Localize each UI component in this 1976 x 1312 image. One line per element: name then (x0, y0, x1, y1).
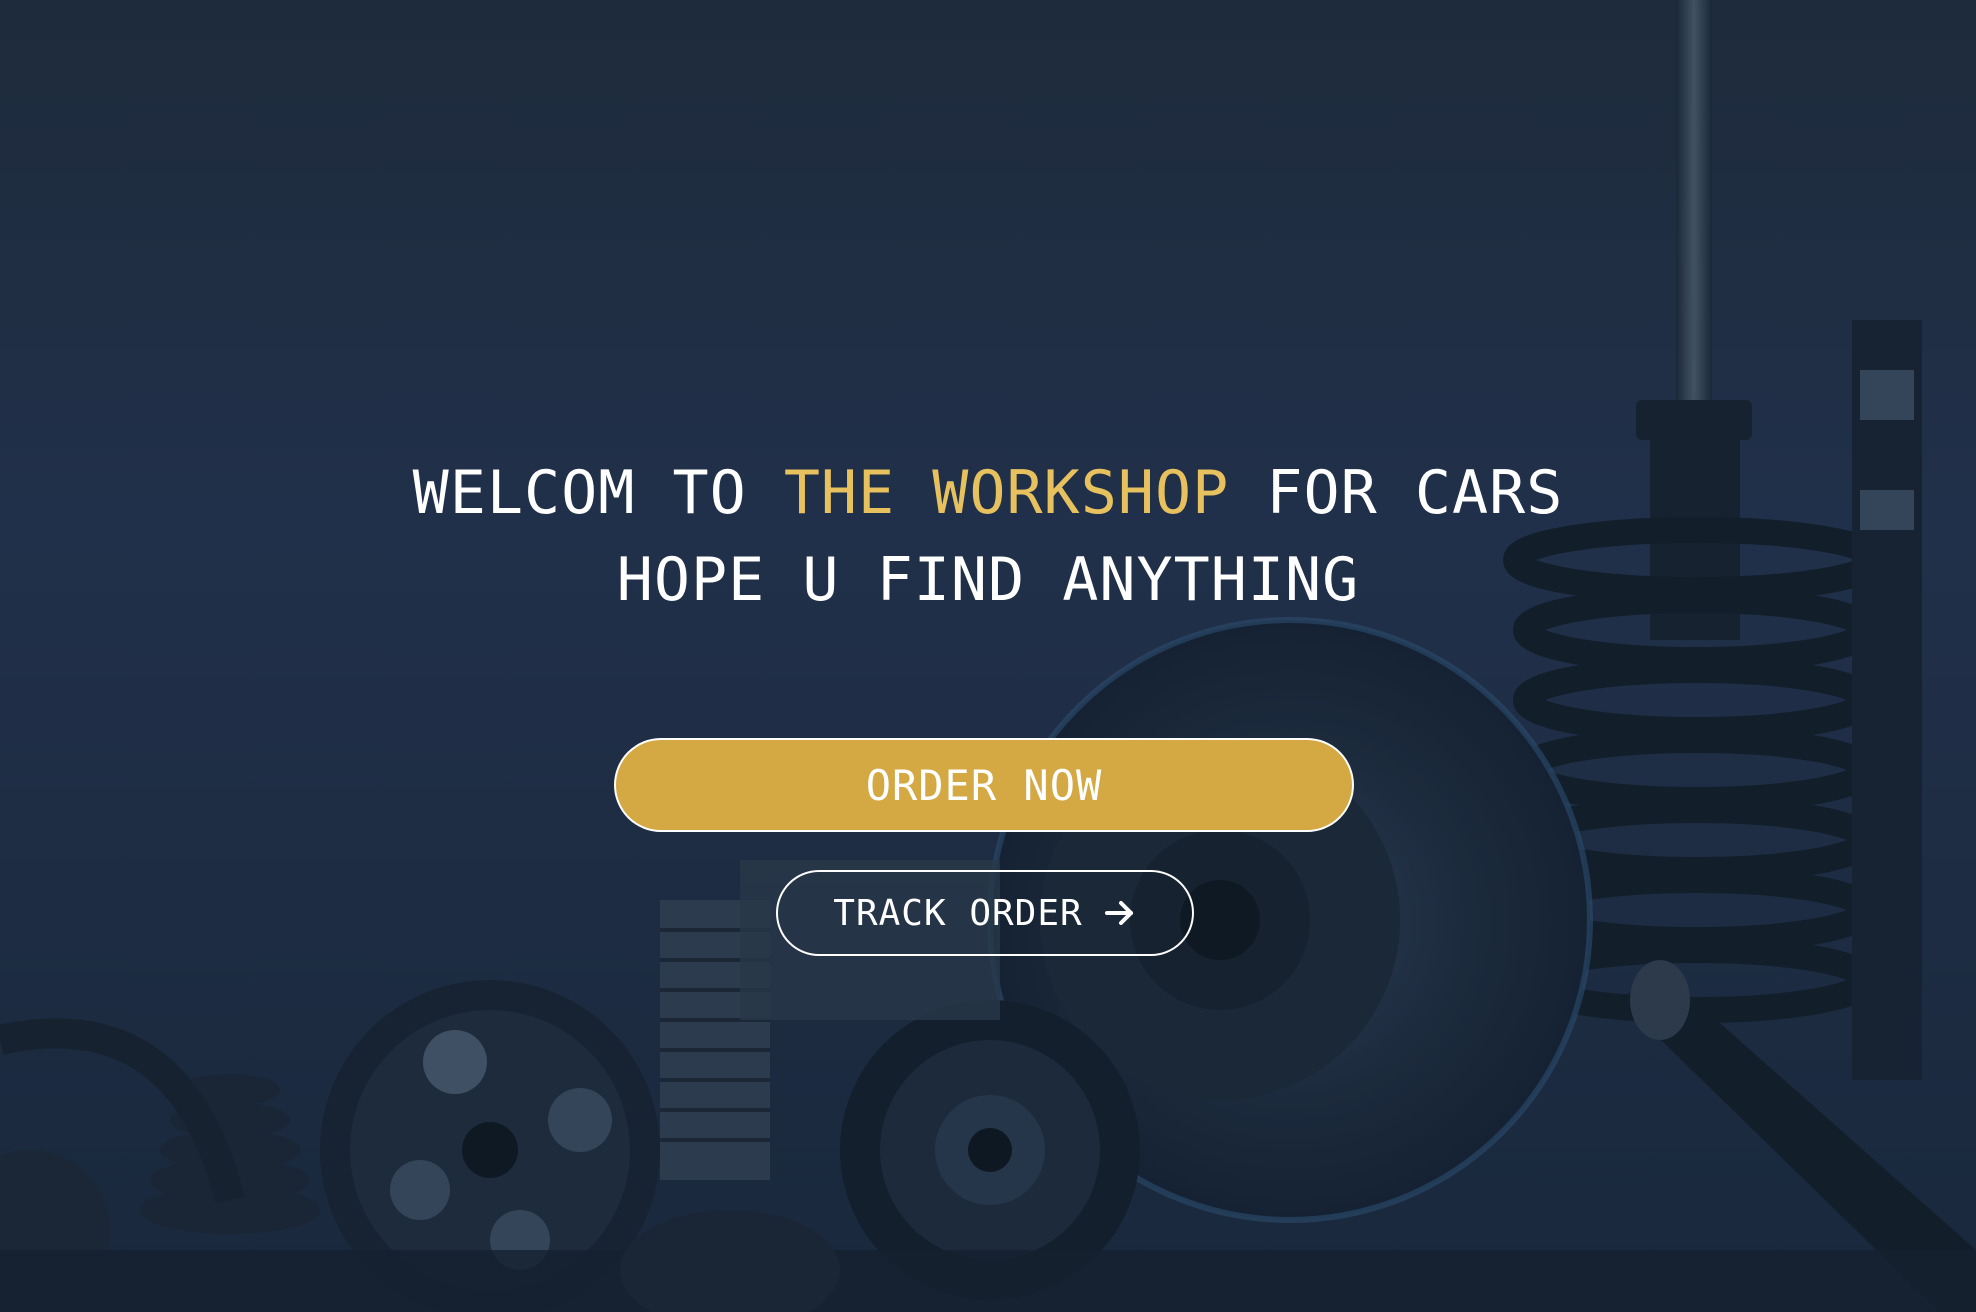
hero-content: WELCOM TO THE WORKSHOP FOR CARS HOPE U F… (0, 0, 1976, 1312)
arrow-right-icon (1103, 896, 1137, 930)
order-now-label: ORDER NOW (865, 760, 1103, 810)
order-now-button[interactable]: ORDER NOW (614, 738, 1354, 832)
title-part-2: FOR CARS (1229, 458, 1564, 528)
hero-section: WELCOM TO THE WORKSHOP FOR CARS HOPE U F… (0, 0, 1976, 1312)
hero-title: WELCOM TO THE WORKSHOP FOR CARS (0, 458, 1976, 528)
title-part-1: WELCOM TO (412, 458, 784, 528)
track-order-label: TRACK ORDER (833, 892, 1083, 934)
hero-subtitle: HOPE U FIND ANYTHING (616, 545, 1360, 615)
title-accent: THE WORKSHOP (783, 458, 1230, 528)
track-order-button[interactable]: TRACK ORDER (776, 870, 1194, 956)
